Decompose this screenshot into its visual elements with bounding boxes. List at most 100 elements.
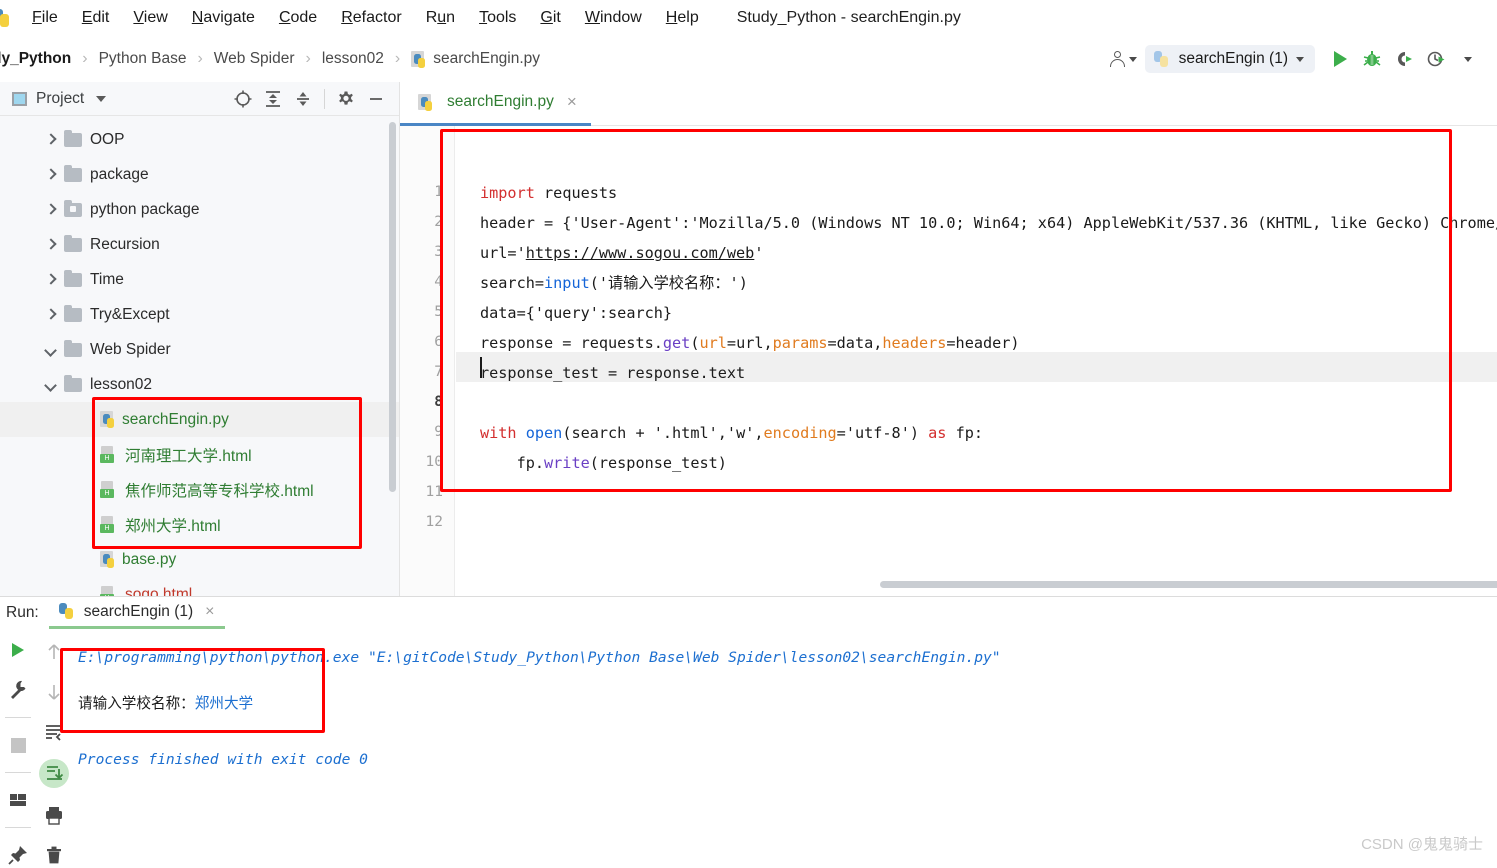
folder-icon xyxy=(64,234,82,252)
menu-tools[interactable]: Tools xyxy=(467,0,528,36)
chevron-right-icon[interactable] xyxy=(44,203,57,216)
tree-item-recursion[interactable]: Recursion xyxy=(0,227,399,262)
project-tree-scrollbar[interactable] xyxy=(389,122,396,492)
rerun-button[interactable] xyxy=(5,637,31,663)
project-window-icon xyxy=(12,91,27,106)
user-account-button[interactable] xyxy=(1103,48,1143,71)
html-file-icon: H xyxy=(100,516,117,533)
chevron-down-icon[interactable] xyxy=(44,378,57,391)
line-number: 5 xyxy=(434,304,443,320)
hide-panel-button[interactable] xyxy=(363,86,389,112)
menu-file[interactable]: File xyxy=(20,0,70,36)
toolbar-divider xyxy=(5,827,31,828)
chevron-right-icon[interactable] xyxy=(44,273,57,286)
menu-code[interactable]: Code xyxy=(267,0,329,36)
settings-button[interactable] xyxy=(333,86,359,112)
chevron-down-icon[interactable] xyxy=(96,95,107,102)
chevron-down-icon xyxy=(1296,56,1304,62)
locate-target-button[interactable] xyxy=(230,86,256,112)
layout-button[interactable] xyxy=(5,787,31,813)
tree-item-python-package[interactable]: python package xyxy=(0,192,399,227)
breadcrumb-project[interactable]: dy_Python xyxy=(0,50,71,68)
settings-button[interactable] xyxy=(5,677,31,703)
chevron-right-icon[interactable] xyxy=(44,168,57,181)
soft-wrap-button[interactable] xyxy=(41,719,67,745)
tree-item-label: Try&Except xyxy=(90,305,170,323)
scroll-down-button[interactable] xyxy=(41,679,67,705)
clear-all-button[interactable] xyxy=(41,842,67,868)
chevron-right-icon[interactable] xyxy=(44,133,57,146)
stop-button[interactable] xyxy=(5,732,31,758)
menu-view[interactable]: View xyxy=(121,0,179,36)
editor-horizontal-scrollbar[interactable] xyxy=(880,581,1497,588)
profile-button[interactable] xyxy=(1421,44,1451,74)
line-number: 11 xyxy=(425,484,443,500)
run-tab-searchengin[interactable]: searchEngin (1) × xyxy=(48,597,225,629)
tree-item-web-spider[interactable]: Web Spider xyxy=(0,332,399,367)
tree-item-html-1[interactable]: H 河南理工大学.html xyxy=(0,437,399,472)
tree-item-package[interactable]: package xyxy=(0,157,399,192)
tree-item-lesson02[interactable]: lesson02 xyxy=(0,367,399,402)
line-number: 3 xyxy=(434,244,443,260)
breadcrumb-lesson02[interactable]: lesson02 xyxy=(322,50,384,68)
print-button[interactable] xyxy=(41,802,67,828)
scroll-to-end-button[interactable] xyxy=(39,758,69,789)
code-line-9: with open(search + '.html','w',encoding=… xyxy=(480,424,984,442)
run-with-coverage-button[interactable] xyxy=(1389,44,1419,74)
tab-searchengin-py[interactable]: searchEngin.py × xyxy=(400,82,591,126)
line-number: 7 xyxy=(434,364,443,380)
run-play-icon xyxy=(1333,51,1347,67)
chevron-right-icon[interactable] xyxy=(44,308,57,321)
tree-item-oop[interactable]: OOP xyxy=(0,122,399,157)
code-editor[interactable]: 1 2 3 4 5 6 7 8 9 10 11 12 import reques… xyxy=(400,126,1497,596)
html-file-icon: H xyxy=(100,586,117,596)
code-content[interactable]: import requests header = {'User-Agent':'… xyxy=(456,126,1497,596)
breadcrumb-separator: › xyxy=(82,50,88,67)
menu-navigate[interactable]: Navigate xyxy=(180,0,267,36)
toolbar-divider xyxy=(5,717,31,718)
breadcrumb-file[interactable]: searchEngin.py xyxy=(411,50,540,68)
chevron-right-icon[interactable] xyxy=(44,238,57,251)
menu-edit[interactable]: Edit xyxy=(70,0,122,36)
expand-all-button[interactable] xyxy=(260,86,286,112)
code-line-6: response = requests.get(url=url,params=d… xyxy=(480,334,1020,352)
breadcrumb-web-spider[interactable]: Web Spider xyxy=(214,50,295,68)
python-run-icon xyxy=(58,603,76,620)
tree-item-label: lesson02 xyxy=(90,375,153,393)
settings-gear-icon xyxy=(339,91,353,105)
tree-item-base-py[interactable]: base.py xyxy=(0,542,399,577)
tree-item-label: base.py xyxy=(122,550,177,568)
collapse-all-icon xyxy=(297,91,309,106)
tree-item-sogo-html[interactable]: H sogo.html xyxy=(0,577,399,596)
menu-help[interactable]: Help xyxy=(654,0,711,36)
tree-item-try-except[interactable]: Try&Except xyxy=(0,297,399,332)
collapse-all-button[interactable] xyxy=(290,86,316,112)
console-output[interactable]: E:\programming\python\python.exe "E:\git… xyxy=(78,633,1497,868)
close-icon[interactable]: × xyxy=(567,92,577,112)
run-button[interactable] xyxy=(1325,44,1355,74)
scroll-up-button[interactable] xyxy=(41,639,67,665)
tree-item-label: Time xyxy=(90,270,124,288)
menu-git[interactable]: Git xyxy=(528,0,572,36)
tree-item-searchengin-py[interactable]: searchEngin.py xyxy=(0,402,399,437)
pin-icon xyxy=(8,846,27,865)
close-icon[interactable]: × xyxy=(205,603,214,621)
run-configuration-selector[interactable]: searchEngin (1) xyxy=(1144,45,1315,73)
debug-button[interactable] xyxy=(1357,44,1387,74)
folder-icon xyxy=(64,129,82,147)
toolbar-right: searchEngin (1) xyxy=(1103,44,1497,74)
tree-item-label: python package xyxy=(90,200,200,218)
pin-button[interactable] xyxy=(5,842,31,868)
chevron-down-icon[interactable] xyxy=(44,343,57,356)
breadcrumb-python-base[interactable]: Python Base xyxy=(99,50,187,68)
tree-item-html-3[interactable]: H 郑州大学.html xyxy=(0,507,399,542)
tree-item-time[interactable]: Time xyxy=(0,262,399,297)
menu-window[interactable]: Window xyxy=(573,0,654,36)
console-user-input: 郑州大学 xyxy=(194,695,254,712)
profile-dropdown-button[interactable] xyxy=(1453,44,1483,74)
layout-icon xyxy=(10,794,26,806)
editor-area: searchEngin.py × 1 2 3 4 5 6 7 8 9 10 11… xyxy=(400,82,1497,596)
tree-item-html-2[interactable]: H 焦作师范高等专科学校.html xyxy=(0,472,399,507)
menu-run[interactable]: Run xyxy=(414,0,467,36)
menu-refactor[interactable]: Refactor xyxy=(329,0,413,36)
